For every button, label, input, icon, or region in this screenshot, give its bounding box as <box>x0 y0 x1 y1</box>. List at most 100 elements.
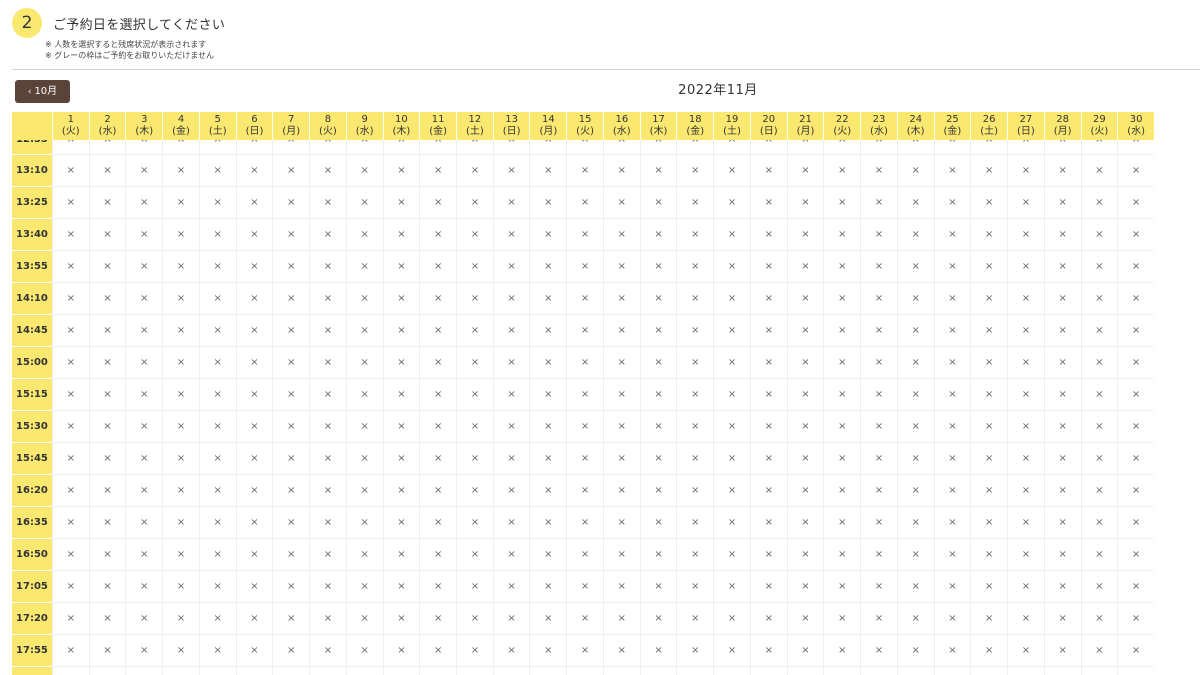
slot-unavailable: × <box>309 667 346 675</box>
slot-unavailable: × <box>860 411 897 443</box>
slot-unavailable: × <box>639 251 677 283</box>
slot-unavailable: × <box>786 347 824 379</box>
day-header-18[interactable]: 18 (金) <box>676 112 713 140</box>
slot-unavailable: × <box>198 379 236 411</box>
day-header-8[interactable]: 8 (火) <box>309 112 346 140</box>
day-header-19[interactable]: 19 (土) <box>713 112 750 140</box>
slot-unavailable: × <box>529 475 567 507</box>
slot-unavailable: × <box>419 187 457 219</box>
day-header-24[interactable]: 24 (木) <box>896 112 934 140</box>
slot-unavailable: × <box>639 315 677 347</box>
day-header-29[interactable]: 29 (火) <box>1080 112 1118 140</box>
slot-unavailable: × <box>896 315 934 347</box>
slot-unavailable: × <box>933 315 971 347</box>
slot-unavailable: × <box>492 140 530 155</box>
time-row: 15:30 × × × × × × × × × × × × × × × × × × × × × × × × × × × × × × <box>12 411 1154 443</box>
day-number: 17 <box>652 114 665 125</box>
slot-unavailable: × <box>602 347 640 379</box>
weekday-label: (月) <box>282 126 301 137</box>
day-number: 7 <box>288 114 295 125</box>
slot-unavailable: × <box>492 603 530 635</box>
slot-unavailable: × <box>823 219 861 251</box>
slot-unavailable: × <box>933 155 971 187</box>
day-header-21[interactable]: 21 (月) <box>786 112 824 140</box>
slot-unavailable: × <box>88 251 126 283</box>
time-label: 15:00 <box>12 347 52 379</box>
slot-unavailable: × <box>419 571 457 603</box>
day-header-13[interactable]: 13 (日) <box>492 112 530 140</box>
slot-unavailable: × <box>860 140 897 155</box>
slot-unavailable: × <box>456 539 493 571</box>
slot-unavailable: × <box>786 187 824 219</box>
slot-unavailable: × <box>1117 347 1154 379</box>
slot-unavailable: × <box>272 635 310 667</box>
calendar-header-row: 1 (火) 2 (水) 3 (木) 4 (金) 5 (土) 6 (日) 7 (月) 8 (火) 9 (水) 10 (木… <box>12 112 1154 140</box>
day-header-23[interactable]: 23 (水) <box>860 112 897 140</box>
slot-unavailable: × <box>382 315 420 347</box>
slot-unavailable: × <box>492 539 530 571</box>
day-header-7[interactable]: 7 (月) <box>272 112 309 140</box>
day-header-20[interactable]: 20 (日) <box>749 112 787 140</box>
slot-unavailable: × <box>1117 635 1154 667</box>
day-header-16[interactable]: 16 (水) <box>602 112 640 140</box>
slot-unavailable: × <box>309 603 346 635</box>
day-header-3[interactable]: 3 (木) <box>125 112 162 140</box>
slot-unavailable: × <box>896 507 934 539</box>
slot-unavailable: × <box>786 539 824 571</box>
slot-unavailable: × <box>933 507 971 539</box>
day-header-11[interactable]: 11 (金) <box>419 112 456 140</box>
slot-unavailable: × <box>896 539 934 571</box>
day-number: 11 <box>431 114 445 125</box>
day-header-22[interactable]: 22 (火) <box>823 112 860 140</box>
day-header-14[interactable]: 14 (月) <box>529 112 566 140</box>
day-header-27[interactable]: 27 (日) <box>1007 112 1044 140</box>
slot-unavailable: × <box>676 140 714 155</box>
slot-unavailable: × <box>749 283 787 315</box>
slot-unavailable: × <box>786 667 824 675</box>
day-header-25[interactable]: 25 (金) <box>933 112 971 140</box>
day-header-30[interactable]: 30 (水) <box>1117 112 1154 140</box>
slot-unavailable: × <box>198 539 236 571</box>
slot-unavailable: × <box>786 571 824 603</box>
slot-unavailable: × <box>382 411 420 443</box>
slot-unavailable: × <box>51 539 89 571</box>
slot-unavailable: × <box>529 219 567 251</box>
slot-unavailable: × <box>51 635 89 667</box>
slot-unavailable: × <box>235 251 273 283</box>
day-header-17[interactable]: 17 (木) <box>639 112 677 140</box>
slot-unavailable: × <box>676 507 714 539</box>
slot-unavailable: × <box>1043 315 1081 347</box>
day-header-12[interactable]: 12 (土) <box>456 112 493 140</box>
slot-unavailable: × <box>676 411 714 443</box>
slot-unavailable: × <box>456 155 493 187</box>
slot-unavailable: × <box>162 315 199 347</box>
slot-unavailable: × <box>51 155 89 187</box>
day-header-10[interactable]: 10 (木) <box>382 112 420 140</box>
slot-unavailable: × <box>933 140 971 155</box>
day-header-2[interactable]: 2 (水) <box>88 112 126 140</box>
day-header-15[interactable]: 15 (火) <box>566 112 603 140</box>
chevron-left-icon: ‹ <box>27 87 32 97</box>
slot-unavailable: × <box>639 283 677 315</box>
slot-unavailable: × <box>676 283 714 315</box>
slot-unavailable: × <box>51 347 89 379</box>
prev-month-button[interactable]: ‹ 10月 <box>15 80 70 103</box>
slot-unavailable: × <box>162 283 199 315</box>
day-header-6[interactable]: 6 (日) <box>235 112 273 140</box>
slot-unavailable: × <box>823 667 860 675</box>
slot-unavailable: × <box>51 571 89 603</box>
day-header-4[interactable]: 4 (金) <box>162 112 199 140</box>
day-header-1[interactable]: 1 (火) <box>51 112 89 140</box>
day-header-26[interactable]: 26 (土) <box>970 112 1007 140</box>
day-header-5[interactable]: 5 (土) <box>198 112 236 140</box>
slot-unavailable: × <box>382 140 420 155</box>
slot-unavailable: × <box>198 667 236 675</box>
slot-unavailable: × <box>1043 667 1081 675</box>
day-number: 30 <box>1129 114 1143 125</box>
slot-unavailable: × <box>933 219 971 251</box>
slot-unavailable: × <box>860 635 897 667</box>
day-header-28[interactable]: 28 (月) <box>1043 112 1081 140</box>
slot-unavailable: × <box>272 315 310 347</box>
slot-unavailable: × <box>1007 155 1044 187</box>
day-header-9[interactable]: 9 (水) <box>345 112 383 140</box>
